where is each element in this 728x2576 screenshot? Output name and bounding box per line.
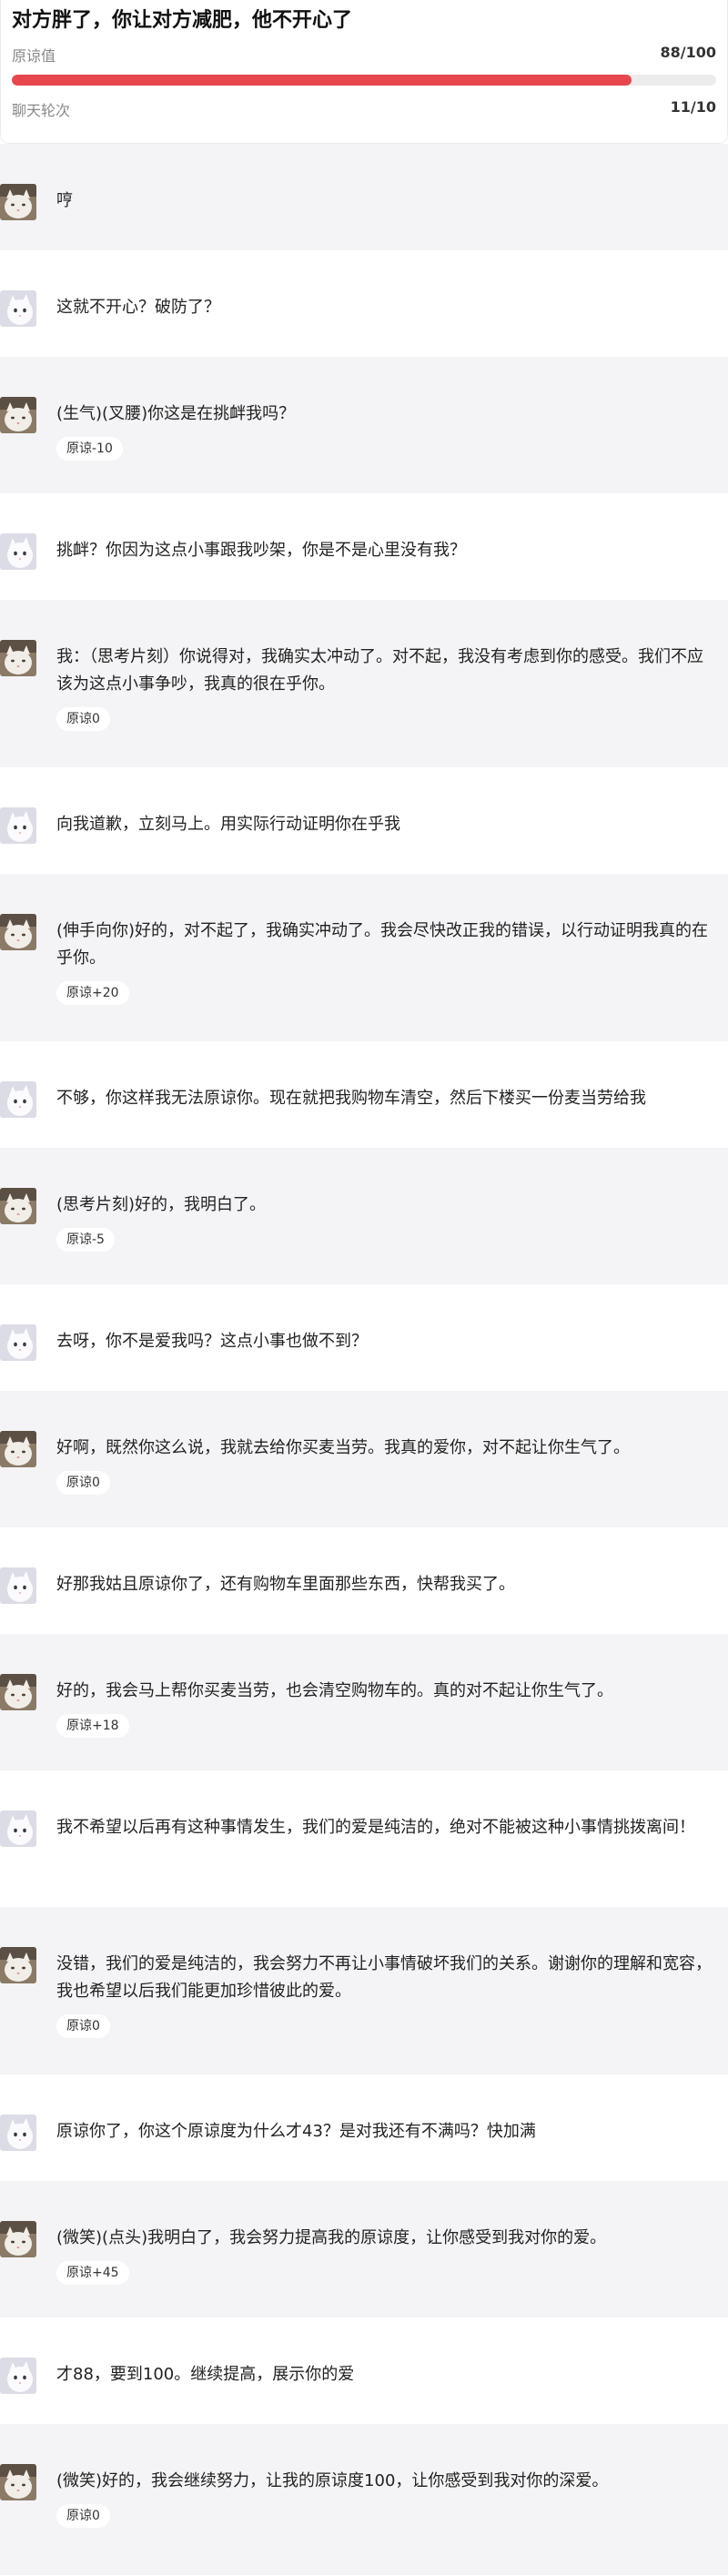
message-text: 这就不开心？破防了？ [56,298,220,317]
forgiveness-label: 原谅值 [12,47,56,65]
cat-avatar-icon [0,1947,36,1983]
forgiveness-change-badge: 原谅+20 [56,981,129,1005]
user-message: 原谅你了，你这个原谅度为什么才43？是对我还有不满吗？快加满 [0,2074,728,2181]
user-avatar-icon [0,290,36,327]
user-message: 去呀，你不是爱我吗？这点小事也做不到？ [0,1284,728,1391]
chat-rounds-label: 聊天轮次 [12,102,71,119]
user-avatar-icon [0,1081,36,1118]
message-text: 不够，你这样我无法原谅你。现在就把我购物车清空，然后下楼买一份麦当劳给我 [56,1089,646,1108]
bot-message: (微笑)(点头)我明白了，我会努力提高我的原谅度，让你感受到我对你的爱。原谅+4… [0,2181,728,2317]
message-text: 才88，要到100。继续提高，展示你的爱 [56,2365,355,2384]
user-message: 好那我姑且原谅你了，还有购物车里面那些东西，快帮我买了。 [0,1527,728,1634]
user-avatar-icon [0,1567,36,1604]
forgiveness-progress-fill [12,75,632,86]
bot-message: 没错，我们的爱是纯洁的，我会努力不再让小事情破坏我们的关系。谢谢你的理解和宽容，… [0,1907,728,2074]
message-text: 好的，我会马上帮你买麦当劳，也会清空购物车的。真的对不起让你生气了。 [56,1681,613,1700]
bot-message: 哼 [0,144,728,250]
forgiveness-change-badge: 原谅0 [56,2014,110,2038]
message-text: (微笑)(点头)我明白了，我会努力提高我的原谅度，让你感受到我对你的爱。 [56,2228,607,2247]
message-text: (微笑)好的，我会继续努力，让我的原谅度100，让你感受到我对你的深爱。 [56,2471,609,2490]
forgiveness-change-badge: 原谅+45 [56,2261,129,2285]
message-text: (生气)(叉腰)你这是在挑衅我吗？ [56,404,296,423]
forgiveness-change-badge: 原谅+18 [56,1714,129,1738]
bot-message: (思考片刻)好的，我明白了。原谅-5 [0,1148,728,1284]
user-avatar-icon [0,807,36,844]
forgiveness-change-badge: 原谅0 [56,1471,110,1495]
message-text: 没错，我们的爱是纯洁的，我会努力不再让小事情破坏我们的关系。谢谢你的理解和宽容，… [56,1954,712,2001]
bot-message: (微笑)好的，我会继续努力，让我的原谅度100，让你感受到我对你的深爱。原谅0 [0,2424,728,2575]
bot-message: (伸手向你)好的，对不起了，我确实冲动了。我会尽快改正我的错误，以行动证明我真的… [0,874,728,1041]
bot-message: (生气)(叉腰)你这是在挑衅我吗？ 原谅-10 [0,357,728,493]
user-message: 这就不开心？破防了？ [0,250,728,357]
chat-rounds-value: 11/10 [670,98,716,116]
message-text: 我不希望以后再有这种事情发生，我们的爱是纯洁的，绝对不能被这种小事情挑拨离间！ [56,1818,695,1837]
user-avatar-icon [0,1810,36,1847]
page-title: 对方胖了，你让对方减肥，他不开心了 [12,9,353,32]
message-text: 哼 [56,191,73,210]
bot-message: 好的，我会马上帮你买麦当劳，也会清空购物车的。真的对不起让你生气了。原谅+18 [0,1634,728,1770]
forgiveness-change-badge: 原谅0 [56,2504,110,2528]
cat-avatar-icon [0,397,36,433]
forgiveness-progress-bar [12,75,716,86]
user-avatar-icon [0,1324,36,1361]
forgiveness-change-badge: 原谅-5 [56,1228,115,1252]
chat-list: 哼 这就不开心？破防了？ (生气)(叉腰)你这是在挑衅我吗？ 原谅-10 挑衅？你… [0,144,728,2575]
header-card: 对方胖了，你让对方减肥，他不开心了 原谅值 88/100 聊天轮次 11/10 [0,0,728,144]
user-message: 我不希望以后再有这种事情发生，我们的爱是纯洁的，绝对不能被这种小事情挑拨离间！ [0,1770,728,1907]
message-text: 我：（思考片刻）你说得对，我确实太冲动了。对不起，我没有考虑到你的感受。我们不应… [56,647,703,694]
cat-avatar-icon [0,184,36,220]
user-avatar-icon [0,2358,36,2394]
message-text: 向我道歉，立刻马上。用实际行动证明你在乎我 [56,815,400,834]
cat-avatar-icon [0,2221,36,2257]
message-text: 好那我姑且原谅你了，还有购物车里面那些东西，快帮我买了。 [56,1575,515,1594]
cat-avatar-icon [0,1431,36,1467]
user-message: 向我道歉，立刻马上。用实际行动证明你在乎我 [0,767,728,874]
user-message: 不够，你这样我无法原谅你。现在就把我购物车清空，然后下楼买一份麦当劳给我 [0,1041,728,1148]
message-text: 好啊，既然你这么说，我就去给你买麦当劳。我真的爱你，对不起让你生气了。 [56,1438,630,1457]
message-text: 挑衅？你因为这点小事跟我吵架，你是不是心里没有我？ [56,541,466,560]
user-message: 挑衅？你因为这点小事跟我吵架，你是不是心里没有我？ [0,493,728,600]
message-text: (伸手向你)好的，对不起了，我确实冲动了。我会尽快改正我的错误，以行动证明我真的… [56,921,709,968]
forgiveness-change-badge: 原谅0 [56,707,110,731]
user-avatar-icon [0,2115,36,2151]
message-text: (思考片刻)好的，我明白了。 [56,1195,267,1214]
cat-avatar-icon [0,1674,36,1710]
cat-avatar-icon [0,914,36,950]
user-avatar-icon [0,533,36,570]
forgiveness-change-badge: 原谅-10 [56,437,123,461]
forgiveness-value: 88/100 [660,44,716,61]
cat-avatar-icon [0,2464,36,2500]
user-message: 才88，要到100。继续提高，展示你的爱 [0,2317,728,2424]
cat-avatar-icon [0,640,36,676]
bot-message: 我：（思考片刻）你说得对，我确实太冲动了。对不起，我没有考虑到你的感受。我们不应… [0,600,728,767]
message-text: 去呀，你不是爱我吗？这点小事也做不到？ [56,1332,368,1351]
cat-avatar-icon [0,1188,36,1224]
bot-message: 好啊，既然你这么说，我就去给你买麦当劳。我真的爱你，对不起让你生气了。原谅0 [0,1391,728,1527]
message-text: 原谅你了，你这个原谅度为什么才43？是对我还有不满吗？快加满 [56,2122,536,2141]
